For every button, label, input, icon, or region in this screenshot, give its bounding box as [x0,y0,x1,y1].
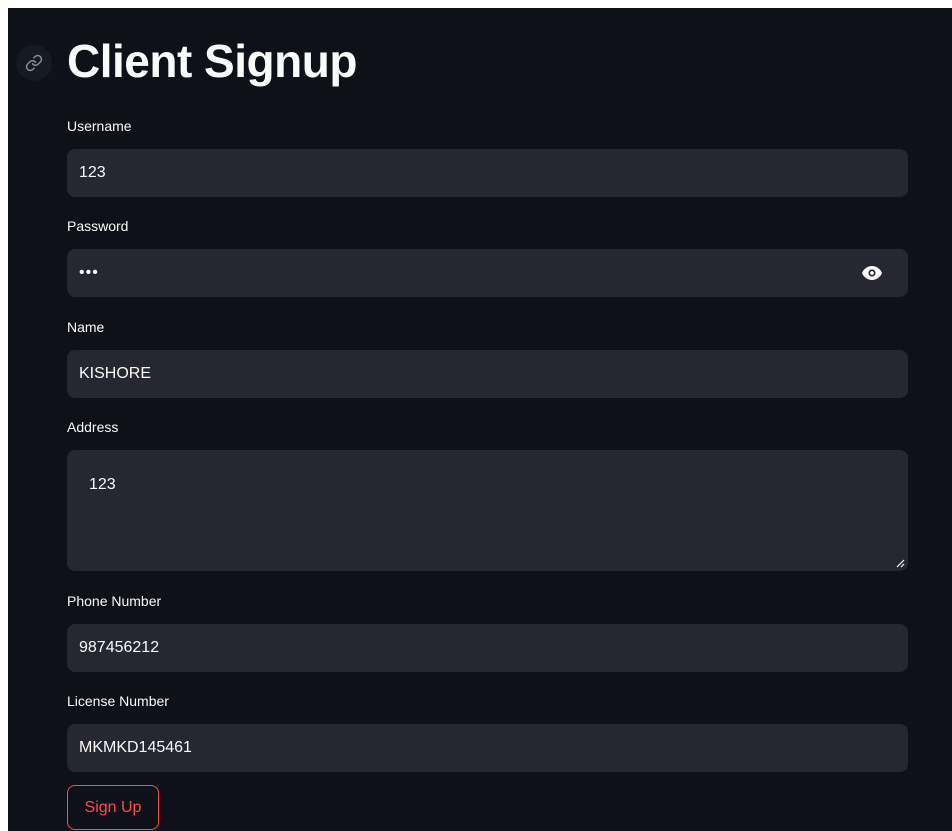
resize-grip-icon[interactable] [895,558,905,568]
eye-icon[interactable] [860,261,884,285]
phone-input[interactable] [67,624,908,672]
title-row: Client Signup [8,30,952,100]
password-input[interactable]: ••• [79,264,99,282]
page-title: Client Signup [67,35,357,87]
phone-label: Phone Number [67,593,162,609]
username-input[interactable] [67,149,908,197]
password-label: Password [67,218,129,234]
app-container: Client Signup Username Password ••• Name [8,8,952,831]
username-label: Username [67,118,132,134]
address-textarea-box: 123 [67,450,908,571]
username-input-box [67,149,908,197]
password-input-box[interactable]: ••• [67,249,908,297]
phone-field-group: Phone Number [67,592,908,672]
license-input-box [67,724,908,772]
password-field-group: Password ••• [67,217,908,297]
license-label: License Number [67,693,169,709]
phone-input-box [67,624,908,672]
sign-up-button[interactable]: Sign Up [67,785,159,830]
license-field-group: License Number [67,692,908,772]
license-input[interactable] [67,724,908,772]
name-field-group: Name [67,318,908,398]
address-label: Address [67,419,119,435]
name-input-box [67,350,908,398]
name-label: Name [67,319,105,335]
address-field-group: Address 123 [67,418,908,571]
link-icon[interactable] [16,45,52,81]
username-field-group: Username [67,117,908,197]
address-textarea[interactable]: 123 [67,450,908,571]
name-input[interactable] [67,350,908,398]
